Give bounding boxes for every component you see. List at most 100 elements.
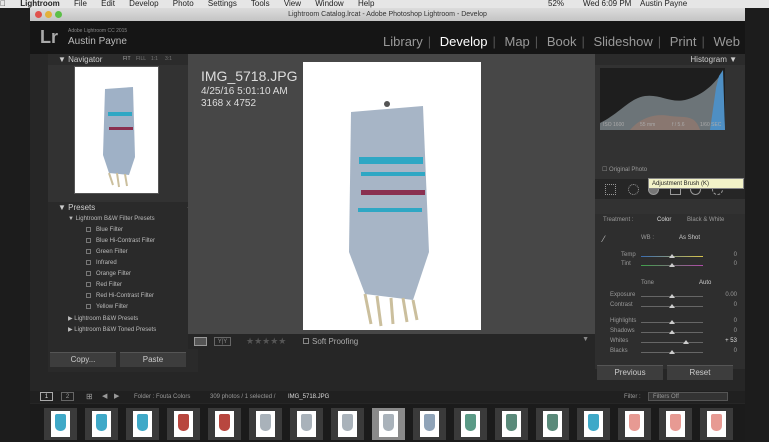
preset-item[interactable]: Infrared bbox=[86, 260, 117, 266]
filmstrip-thumb[interactable] bbox=[126, 408, 159, 440]
minimize-window-button[interactable] bbox=[45, 11, 52, 18]
filmstrip-thumb-selected[interactable] bbox=[372, 408, 405, 440]
window-titlebar: Lightroom Catalog.lrcat - Adobe Photosho… bbox=[30, 8, 745, 21]
apple-menu[interactable]:  bbox=[0, 0, 6, 8]
filmstrip-thumb[interactable] bbox=[495, 408, 528, 440]
wb-select[interactable]: As Shot bbox=[679, 235, 700, 241]
menu-window[interactable]: Window bbox=[315, 0, 343, 8]
preset-item[interactable]: Green Filter bbox=[86, 249, 128, 255]
filmstrip-thumb[interactable] bbox=[290, 408, 323, 440]
preset-item[interactable]: Red Filter bbox=[86, 282, 122, 288]
preset-group-bw-toned[interactable]: ▶ Lightroom B&W Toned Presets bbox=[68, 326, 156, 333]
treatment-bw[interactable]: Black & White bbox=[687, 217, 724, 223]
module-picker: Library | Develop | Map | Book | Slideshow | … bbox=[378, 34, 745, 49]
preset-item[interactable]: Yellow Filter bbox=[86, 304, 128, 310]
preset-item[interactable]: Blue Hi-Contrast Filter bbox=[86, 238, 155, 244]
selected-filename[interactable]: IMG_5718.JPG bbox=[288, 394, 329, 400]
wb-eyedropper-icon[interactable]: ⁄ bbox=[603, 234, 605, 244]
zoom-window-button[interactable] bbox=[55, 11, 62, 18]
crop-tool-icon[interactable] bbox=[605, 184, 616, 195]
filmstrip-thumb[interactable] bbox=[85, 408, 118, 440]
spot-removal-icon[interactable] bbox=[628, 184, 639, 195]
menu-lightroom[interactable]: Lightroom bbox=[20, 0, 60, 8]
preset-item[interactable]: Blue Filter bbox=[86, 227, 123, 233]
histogram-title: Histogram bbox=[690, 55, 727, 64]
shadows-slider[interactable] bbox=[641, 330, 703, 334]
filmstrip-thumb[interactable] bbox=[413, 408, 446, 440]
reset-button[interactable]: Reset bbox=[667, 365, 733, 380]
module-slideshow[interactable]: Slideshow bbox=[588, 34, 657, 49]
navigator-preview[interactable] bbox=[74, 66, 159, 194]
filmstrip-thumb[interactable] bbox=[44, 408, 77, 440]
zoom-fill[interactable]: FILL bbox=[136, 54, 146, 65]
filmstrip-thumb[interactable] bbox=[167, 408, 200, 440]
histogram-header[interactable]: Histogram ▼ bbox=[595, 54, 745, 65]
navigator-header[interactable]: ▼ Navigator FIT FILL 1:1 3:1 bbox=[48, 54, 198, 65]
module-develop[interactable]: Develop bbox=[435, 34, 493, 49]
page-2-button[interactable]: 2 bbox=[61, 392, 74, 401]
original-photo-label[interactable]: ☐ Original Photo bbox=[602, 166, 647, 173]
toolbar-menu-icon[interactable]: ▼ bbox=[582, 336, 589, 343]
filmstrip-thumb[interactable] bbox=[577, 408, 610, 440]
menu-help[interactable]: Help bbox=[358, 0, 374, 8]
exposure-slider[interactable] bbox=[641, 294, 703, 298]
menu-develop[interactable]: Develop bbox=[129, 0, 158, 8]
close-window-button[interactable] bbox=[35, 11, 42, 18]
menubar-user[interactable]: Austin Payne bbox=[640, 0, 687, 8]
previous-button[interactable]: Previous bbox=[597, 365, 663, 380]
module-print[interactable]: Print bbox=[665, 34, 702, 49]
menu-edit[interactable]: Edit bbox=[101, 0, 115, 8]
filmstrip-thumb[interactable] bbox=[618, 408, 651, 440]
page-1-button[interactable]: 1 bbox=[40, 392, 53, 401]
preset-group-bw-filter[interactable]: ▼ Lightroom B&W Filter Presets bbox=[68, 216, 155, 222]
filmstrip-thumb[interactable] bbox=[208, 408, 241, 440]
image-date: 4/25/16 5:01:10 AM bbox=[201, 86, 288, 97]
menu-photo[interactable]: Photo bbox=[173, 0, 194, 8]
loupe-view-icon[interactable] bbox=[194, 337, 207, 346]
menu-settings[interactable]: Settings bbox=[208, 0, 237, 8]
temp-slider[interactable] bbox=[641, 254, 703, 258]
blacks-slider[interactable] bbox=[641, 350, 703, 354]
histogram[interactable]: ISO 1600 55 mm f / 5.6 1/60 SEC bbox=[600, 68, 725, 130]
soft-proofing-checkbox[interactable] bbox=[303, 338, 309, 344]
adjustment-brush-tooltip: Adjustment Brush (K) bbox=[648, 178, 744, 189]
treatment-color[interactable]: Color bbox=[657, 217, 671, 223]
contrast-slider[interactable] bbox=[641, 304, 703, 308]
forward-arrow-icon[interactable]: ▶ bbox=[114, 392, 119, 400]
folder-label: Folder : Fouta Colors bbox=[134, 394, 191, 400]
presets-header[interactable]: ▼ Presets+ bbox=[48, 202, 198, 213]
paste-button[interactable]: Paste bbox=[120, 352, 186, 367]
filmstrip-thumb[interactable] bbox=[249, 408, 282, 440]
whites-slider[interactable] bbox=[641, 340, 703, 344]
zoom-fit[interactable]: FIT bbox=[123, 54, 131, 65]
highlights-slider[interactable] bbox=[641, 320, 703, 324]
menu-file[interactable]: File bbox=[74, 0, 87, 8]
preset-item[interactable]: Orange Filter bbox=[86, 271, 131, 277]
filter-select[interactable]: Filters Off bbox=[648, 392, 728, 401]
menu-view[interactable]: View bbox=[284, 0, 301, 8]
filmstrip-thumb[interactable] bbox=[700, 408, 733, 440]
image-area[interactable]: IMG_5718.JPG 4/25/16 5:01:10 AM 3168 x 4… bbox=[188, 54, 595, 334]
filmstrip-thumb[interactable] bbox=[454, 408, 487, 440]
filmstrip-thumb[interactable] bbox=[331, 408, 364, 440]
grid-view-icon[interactable]: ⊞ bbox=[86, 392, 93, 401]
menu-tools[interactable]: Tools bbox=[251, 0, 270, 8]
back-arrow-icon[interactable]: ◀ bbox=[102, 392, 107, 400]
auto-tone-button[interactable]: Auto bbox=[699, 280, 711, 286]
copy-button[interactable]: Copy... bbox=[50, 352, 116, 367]
module-web[interactable]: Web bbox=[709, 34, 746, 49]
zoom-1-1[interactable]: 1:1 bbox=[151, 54, 158, 65]
module-map[interactable]: Map bbox=[500, 34, 535, 49]
main-photo[interactable] bbox=[303, 62, 481, 330]
filmstrip-thumb[interactable] bbox=[536, 408, 569, 440]
before-after-icon[interactable]: Y|Y bbox=[214, 337, 231, 346]
zoom-3-1[interactable]: 3:1 bbox=[165, 54, 172, 65]
preset-item[interactable]: Red Hi-Contrast Filter bbox=[86, 293, 154, 299]
module-library[interactable]: Library bbox=[378, 34, 428, 49]
tint-value: 0 bbox=[733, 261, 737, 267]
filmstrip-thumb[interactable] bbox=[659, 408, 692, 440]
rating-stars[interactable]: ★★★★★ bbox=[246, 336, 286, 347]
preset-group-bw[interactable]: ▶ Lightroom B&W Presets bbox=[68, 315, 138, 322]
module-book[interactable]: Book bbox=[542, 34, 582, 49]
tint-slider[interactable] bbox=[641, 263, 703, 267]
